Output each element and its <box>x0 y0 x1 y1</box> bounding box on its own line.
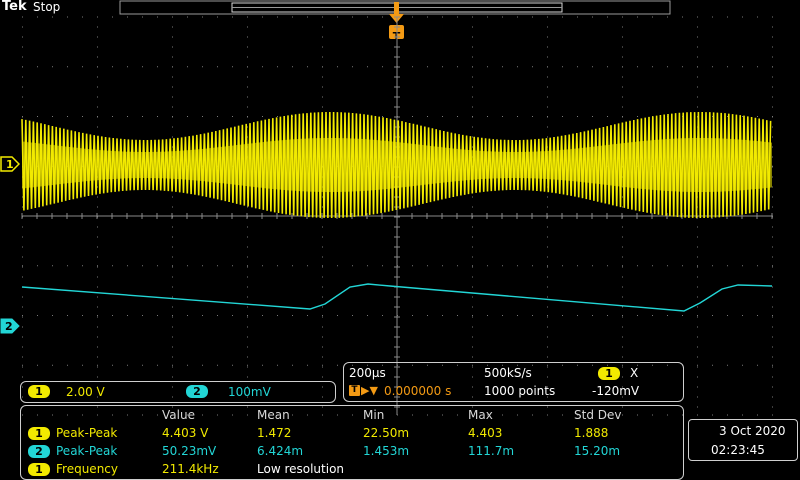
meas-row2-std: 15.20m <box>574 444 621 458</box>
meas-row1-value: 4.403 V <box>162 426 209 440</box>
meas-row1-min: 22.50m <box>363 426 410 440</box>
measurements-panel[interactable]: Value Mean Min Max Std Dev 1 Peak-Peak 4… <box>20 405 684 480</box>
trigger-delay-icon: T <box>349 385 360 396</box>
ch1-badge[interactable]: 1 <box>28 385 50 398</box>
trigger-source-badge[interactable]: 1 <box>598 367 620 380</box>
meas-row2-min: 1.453m <box>363 444 410 458</box>
ch1-marker-label: 1 <box>6 158 14 171</box>
meas-row3-note: Low resolution <box>257 462 345 476</box>
meas-row1-max: 4.403 <box>468 426 503 440</box>
ch2-marker-label: 2 <box>5 320 13 333</box>
col-header-max: Max <box>468 408 493 422</box>
record-length: 1000 points <box>484 384 556 398</box>
meas-row3-name[interactable]: Frequency <box>56 462 118 476</box>
col-header-mean: Mean <box>257 408 290 422</box>
timebase-panel[interactable]: 200µs 500kS/s 1 X T ▶▼ 0.000000 s 1000 p… <box>343 362 684 402</box>
ch2-ground-marker[interactable]: 2 <box>0 318 20 334</box>
meas-row2-value: 50.23mV <box>162 444 217 458</box>
meas-row2-mean: 6.424m <box>257 444 304 458</box>
col-header-stddev: Std Dev <box>574 408 622 422</box>
col-header-min: Min <box>363 408 385 422</box>
trigger-delay-arrow-icon: ▶▼ <box>361 384 378 397</box>
meas-row1-name[interactable]: Peak-Peak <box>56 426 117 440</box>
meas-row1-mean: 1.472 <box>257 426 292 440</box>
meas-row3-badge[interactable]: 1 <box>28 463 50 476</box>
trigger-level[interactable]: -120mV <box>592 384 639 398</box>
meas-row3-value: 211.4kHz <box>162 462 219 476</box>
meas-row2-name[interactable]: Peak-Peak <box>56 444 117 458</box>
trigger-slope-icon: X <box>630 366 639 380</box>
channel-scale-panel[interactable]: 1 2.00 V 2 100mV <box>20 381 336 403</box>
sample-rate: 500kS/s <box>484 366 532 380</box>
datetime-panel[interactable]: 3 Oct 2020 02:23:45 <box>688 419 798 461</box>
meas-row2-max: 111.7m <box>468 444 515 458</box>
meas-row1-std: 1.888 <box>574 426 609 440</box>
ch1-ground-marker[interactable]: 1 <box>0 156 20 172</box>
ch2-badge[interactable]: 2 <box>186 385 208 398</box>
col-header-value: Value <box>162 408 195 422</box>
date-display: 3 Oct 2020 <box>719 424 786 438</box>
meas-row1-badge[interactable]: 1 <box>28 427 50 440</box>
meas-row2-badge[interactable]: 2 <box>28 445 50 458</box>
ch2-scale[interactable]: 100mV <box>228 385 271 399</box>
ch1-scale[interactable]: 2.00 V <box>66 385 105 399</box>
time-display: 02:23:45 <box>711 443 765 457</box>
trigger-delay[interactable]: 0.000000 s <box>384 384 451 398</box>
horizontal-scale[interactable]: 200µs <box>349 366 386 380</box>
